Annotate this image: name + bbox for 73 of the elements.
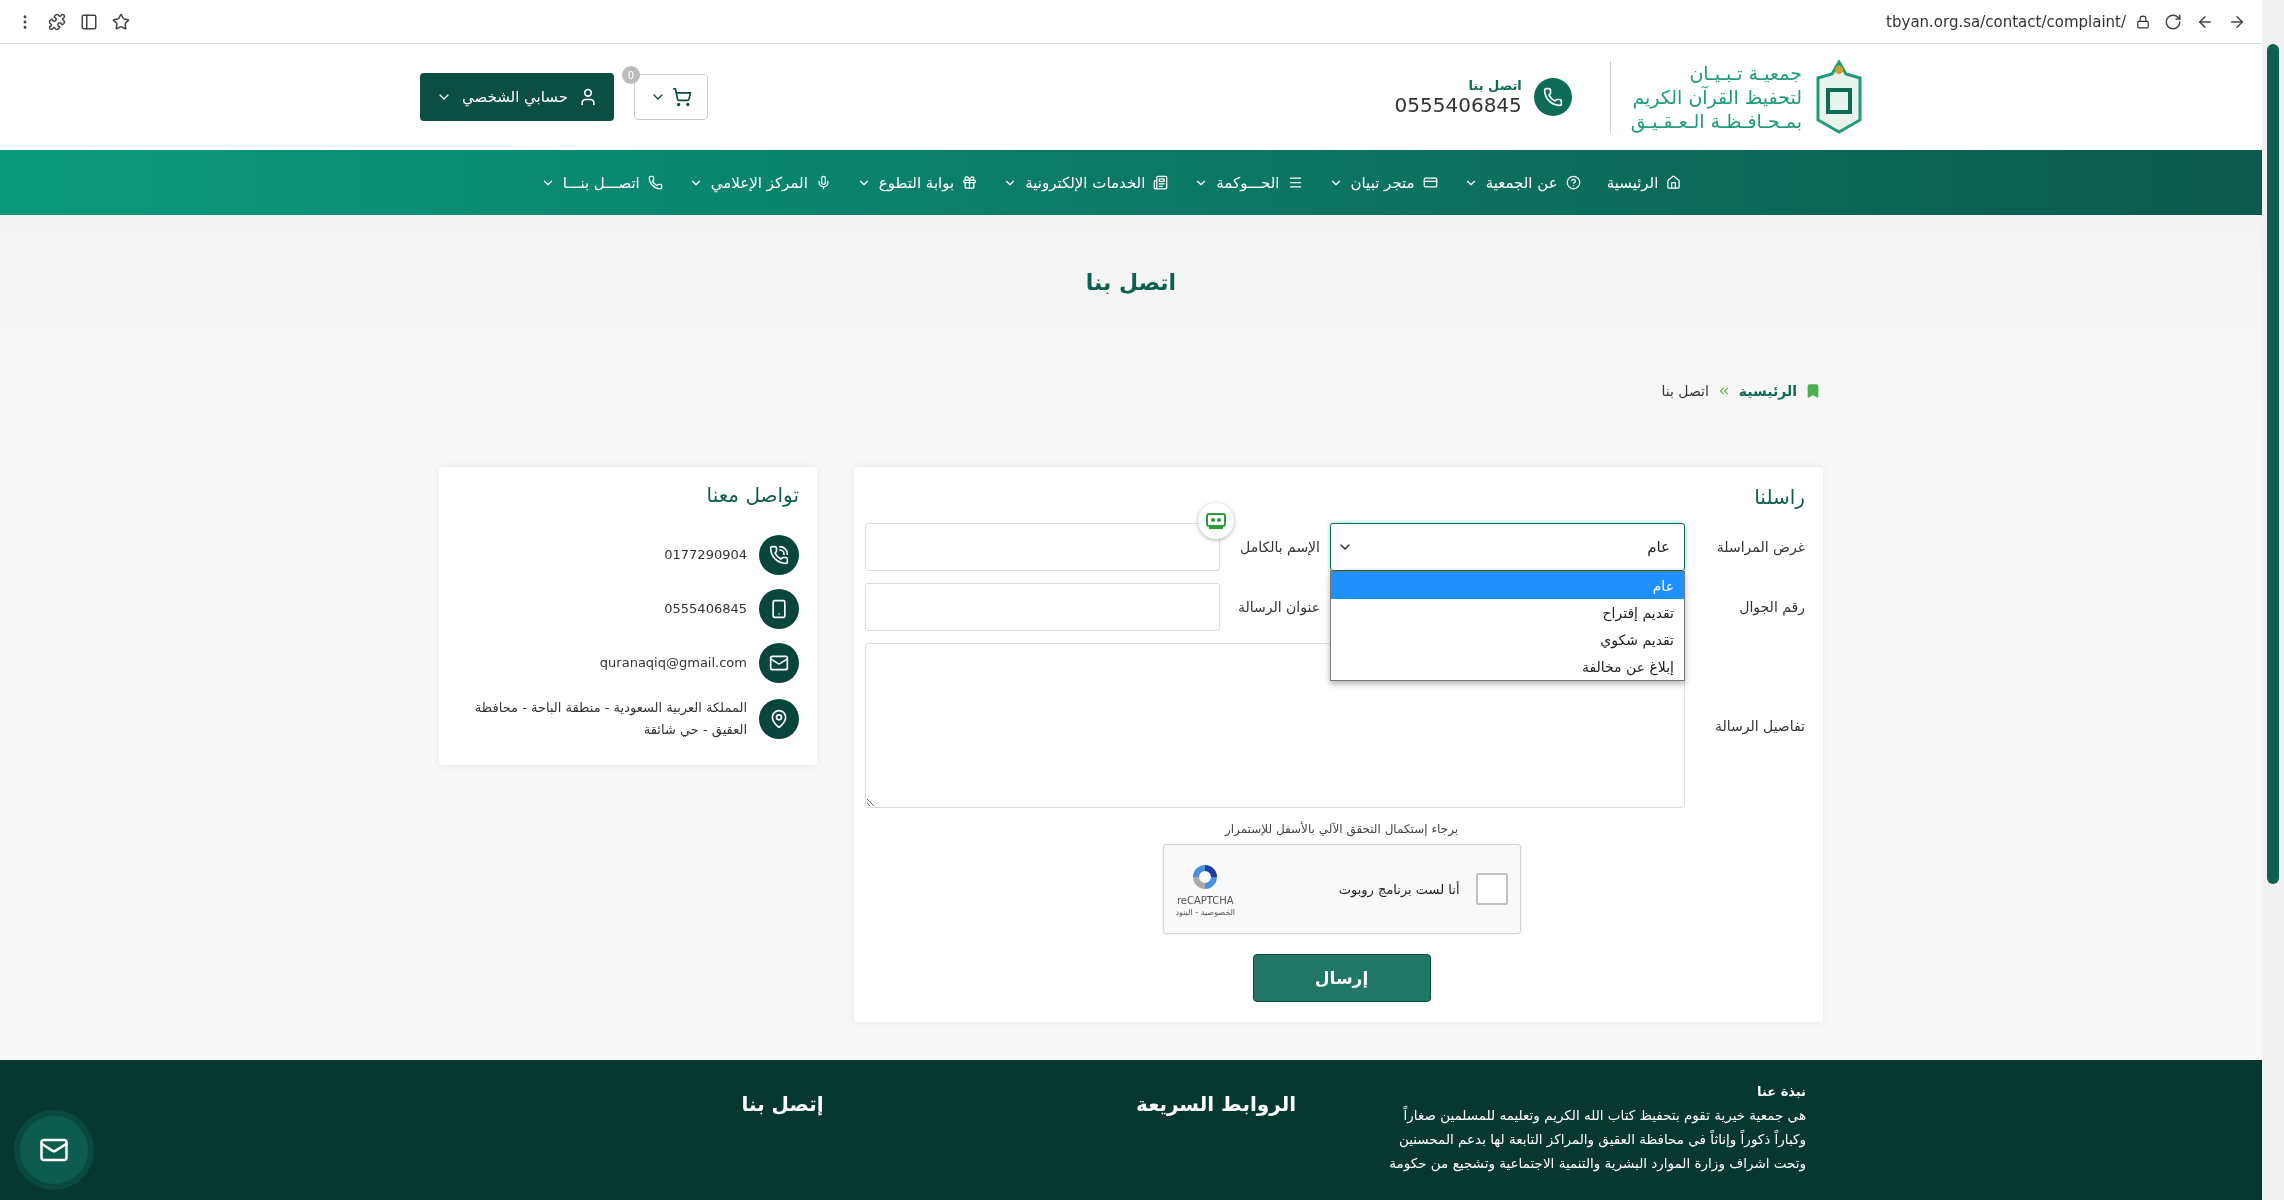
card-title: راسلنا <box>1753 485 1805 509</box>
nav-item[interactable]: الرئيسية <box>1606 173 1682 192</box>
nav-item[interactable]: الخدمات الإلكترونية <box>1003 173 1169 192</box>
telephone-icon <box>769 545 789 565</box>
card-title: تواصل معنا <box>705 483 799 507</box>
field-label: رقم الجوال <box>1738 599 1805 615</box>
home-icon <box>1666 175 1682 190</box>
star-icon[interactable] <box>112 12 130 31</box>
puzzle-icon[interactable] <box>48 12 66 31</box>
nav-item[interactable]: عن الجمعية <box>1463 173 1581 192</box>
envelope-icon <box>769 653 789 673</box>
contact-text: 0555406845 <box>664 600 747 618</box>
footer-about-text: هي جمعية خيرية تقوم بتحفيظ كتاب الله الكريم وتعليمه للمسلمين صغاراً وكباراً ذكوراً وإناثاً في محافظة العقيق والمراكز التابعة لها بدعم المحسنين وتحت اشراف وزارة الموارد البشرية والتنمية الاجتماعية وتشجيع من حكومة <box>1388 1105 1806 1174</box>
footer-heading: نبذة عنا <box>1756 1084 1806 1099</box>
page-title: اتصل بنا <box>1085 270 1177 295</box>
newspaper-icon <box>1153 175 1169 190</box>
cart-button[interactable] <box>634 74 708 120</box>
nav-item[interactable]: المركز الإعلامي <box>688 173 831 192</box>
field-label: الإسم بالكامل <box>1239 539 1320 555</box>
subject-input-field[interactable] <box>865 583 1220 631</box>
dropdown-option[interactable]: تقديم إقتراح <box>1331 599 1684 626</box>
contact-text: 0177290904 <box>664 546 747 564</box>
field-label: غرض المراسلة <box>1715 539 1805 555</box>
contact-label: اتصل بنا <box>1467 77 1522 93</box>
organization-name: بمـحـافـظـة الـعـقـيـق <box>1630 109 1802 133</box>
list-icon <box>1287 175 1303 190</box>
field-label: عنوان الرسالة <box>1236 599 1320 615</box>
organization-name: جمعيـة تـبـيـان <box>1688 61 1802 85</box>
field-label: تفاصيل الرسالة <box>1713 717 1805 734</box>
question-icon <box>1565 175 1581 190</box>
microphone-icon <box>815 175 831 190</box>
map-pin-icon <box>769 709 789 729</box>
robot-face-icon[interactable] <box>1198 503 1234 539</box>
mobile-phone-icon <box>769 599 789 619</box>
account-button[interactable]: حسابي الشخصي <box>420 73 614 121</box>
breadcrumb-link[interactable]: الرئيسية <box>1738 383 1797 399</box>
captcha-checkbox[interactable] <box>1475 873 1508 905</box>
phone-number: 0555406845 <box>1394 92 1522 117</box>
contact-text: المملكة العربية السعودية - منطقة الباحة - محافظة العقيق - حي شائقة <box>473 699 747 740</box>
scrollbar[interactable] <box>2262 0 2284 1200</box>
footer-heading: إتصل بنا <box>740 1092 824 1116</box>
side-panel-icon[interactable] <box>80 12 98 31</box>
captcha-links[interactable]: الخصوصية - البنود <box>1175 908 1236 917</box>
captcha-hint: برجاء إستكمال التحقق الآلي بالأسفل للإستمرار <box>1223 822 1460 836</box>
cart-count: 0 <box>622 66 640 84</box>
gift-icon <box>962 175 978 190</box>
dropdown-option[interactable]: عام <box>1331 572 1684 599</box>
nav-item[interactable]: بوابة التطوع <box>856 173 978 192</box>
reload-icon[interactable] <box>2164 12 2182 31</box>
lock-icon <box>2136 14 2150 29</box>
bookmark-icon <box>1805 383 1821 399</box>
card-icon <box>1422 175 1438 190</box>
footer-heading: الروابط السريعة <box>1135 1092 1297 1116</box>
cart-icon <box>672 87 692 107</box>
nav-item[interactable]: الحـــوكمة <box>1194 173 1303 192</box>
purpose-select[interactable]: عام <box>1330 523 1685 571</box>
nav-item[interactable]: اتصـــل بنـــا <box>540 173 663 192</box>
user-icon <box>578 87 598 107</box>
dropdown-option[interactable]: إبلاغ عن مخالفة <box>1331 653 1684 680</box>
captcha-brand: reCAPTCHA <box>1176 895 1234 906</box>
phone-icon <box>1533 78 1572 116</box>
scrollbar-thumb[interactable] <box>2267 44 2279 884</box>
submit-button[interactable]: إرسال <box>1252 954 1431 1002</box>
dropdown-option[interactable]: تقديم شكوي <box>1331 626 1684 653</box>
breadcrumb-current: اتصل بنا <box>1661 383 1709 399</box>
logo-icon <box>1816 60 1862 134</box>
address-bar[interactable]: tbyan.org.sa/contact/complaint/ <box>1886 12 2126 31</box>
nav-item[interactable]: متجر تبيان <box>1328 173 1438 192</box>
contact-text: quranaqiq@gmail.com <box>599 654 747 672</box>
phone-icon <box>647 175 663 190</box>
name-input-field[interactable] <box>865 523 1220 571</box>
organization-name: لتحفيظ القرآن الكريم <box>1631 85 1802 109</box>
captcha-label: أنا لست برنامج روبوت <box>1338 881 1460 897</box>
